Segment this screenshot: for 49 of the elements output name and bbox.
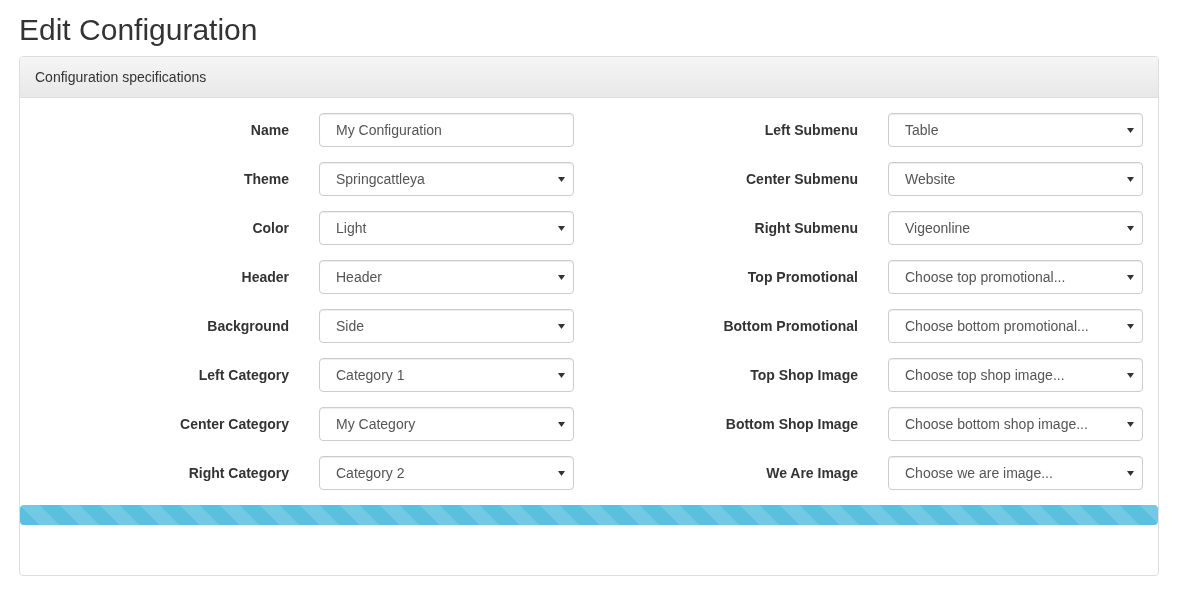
caret-icon — [558, 421, 565, 427]
caret-icon — [1127, 470, 1134, 476]
caret-icon — [1127, 274, 1134, 280]
field-label: Top Shop Image — [749, 367, 858, 383]
field-label: Center Category — [179, 416, 289, 432]
field-label: Bottom Shop Image — [724, 416, 858, 432]
select-dropdown[interactable]: Choose we are image... — [888, 456, 1143, 490]
field-label: Background — [206, 318, 289, 334]
panel-heading: Configuration specifications — [20, 57, 1158, 98]
caret-icon — [1127, 323, 1134, 329]
select-dropdown[interactable]: Category 2 — [319, 456, 574, 490]
select-dropdown[interactable]: Choose top promotional... — [888, 260, 1143, 294]
page-title: Edit Configuration — [19, 13, 259, 46]
field-label: Top Promotional — [746, 269, 858, 285]
field-label: Center Submenu — [745, 171, 858, 187]
select-dropdown[interactable]: Choose top shop image... — [888, 358, 1143, 392]
field-label: Right Submenu — [753, 220, 858, 236]
caret-icon — [558, 372, 565, 378]
caret-icon — [1127, 421, 1134, 427]
field-label: Right Category — [187, 465, 289, 481]
field-label: Theme — [242, 171, 289, 187]
caret-icon — [1127, 372, 1134, 378]
caret-icon — [558, 176, 565, 182]
caret-icon — [558, 225, 565, 231]
select-dropdown[interactable]: Springcattleya — [319, 162, 574, 196]
caret-icon — [1127, 176, 1134, 182]
text-input[interactable]: My Configuration — [319, 113, 574, 147]
caret-icon — [558, 274, 565, 280]
field-label: Left Submenu — [763, 122, 858, 138]
field-label: We Are Image — [765, 465, 858, 481]
field-label: Name — [249, 122, 289, 138]
caret-icon — [558, 323, 565, 329]
caret-icon — [558, 470, 565, 476]
field-label: Color — [251, 220, 289, 236]
select-dropdown[interactable]: My Category — [319, 407, 574, 441]
select-dropdown[interactable]: Category 1 — [319, 358, 574, 392]
select-dropdown[interactable]: Light — [319, 211, 574, 245]
select-dropdown[interactable]: Table — [888, 113, 1143, 147]
caret-icon — [1127, 127, 1134, 133]
field-label: Left Category — [197, 367, 289, 383]
field-label: Header — [240, 269, 289, 285]
caret-icon — [1127, 225, 1134, 231]
field-label: Bottom Promotional — [722, 318, 858, 334]
select-dropdown[interactable]: Choose bottom promotional... — [888, 309, 1143, 343]
select-dropdown[interactable]: Side — [319, 309, 574, 343]
select-dropdown[interactable]: Website — [888, 162, 1143, 196]
select-dropdown[interactable]: Choose bottom shop image... — [888, 407, 1143, 441]
select-dropdown[interactable]: Vigeonline — [888, 211, 1143, 245]
select-dropdown[interactable]: Header — [319, 260, 574, 294]
